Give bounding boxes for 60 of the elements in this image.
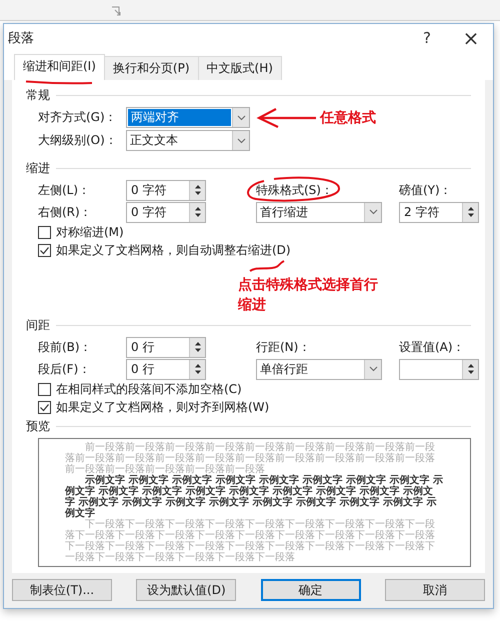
dropdown[interactable]: 单倍行距 <box>256 358 382 380</box>
annotation-text: 点击特殊格式选择首行缩进 <box>238 276 379 315</box>
dialog-launcher-icon[interactable] <box>111 6 121 16</box>
field-label: 行距(N)： <box>256 338 312 356</box>
spinner-field[interactable]: 0 字符 <box>126 202 206 222</box>
checkbox[interactable] <box>38 226 51 238</box>
spinner-field[interactable]: 2 字符 <box>399 202 479 222</box>
spinner-field[interactable] <box>399 358 479 380</box>
spinner-field[interactable]: 0 行 <box>126 358 206 380</box>
section-heading: 缩进 <box>26 160 50 177</box>
section-heading: 常规 <box>26 87 50 104</box>
spin-arrows-icon <box>194 205 202 219</box>
preview-text: 示例文字 示例文字 示例文字 示例文字 示例文字 示例文字 示例文字 示例文字 示例文字 示例文字 示例文字 示例文字 示例文字 示例文字 示例文字 示例文字 示例文字 示例文字 示例文字 示例文字 示例文字 示例文字 示例文字 示例文字 示例文字 示例文字 <box>65 475 444 519</box>
field-label: 段前(B)： <box>38 338 93 356</box>
dialog-button[interactable]: 确定 <box>260 579 361 601</box>
field-label: 设置值(A)： <box>399 338 466 356</box>
checkbox[interactable] <box>38 382 51 396</box>
chevron-down-icon <box>368 209 378 215</box>
dropdown[interactable]: 首行缩进 <box>256 202 382 222</box>
checkbox[interactable] <box>38 244 51 256</box>
dropdown[interactable]: 两端对齐 <box>126 107 250 128</box>
field-label: 左侧(L)： <box>38 182 92 198</box>
preview-text: 下一段落下一段落下一段落下一段落下一段落下一段落下一段落下一段落下一段落下一段落下一段落下一段落下一段落下一段落下一段落下一段落下一段落下一段落下一段落下一段落下一段落下一段落下一段落下一段落下一段落下一段落下一段落下一段落下一段落下一段落下一段落下一段落下一段落 <box>65 519 436 563</box>
spin-arrows-icon <box>194 340 202 354</box>
field-label: 对齐方式(G)： <box>38 109 118 126</box>
checkbox-label: 对称缩进(M) <box>56 224 124 240</box>
spinner-field[interactable]: 0 字符 <box>126 180 206 200</box>
checkbox-label: 如果定义了文档网格，则对齐到网格(W) <box>56 398 270 416</box>
chevron-down-icon <box>236 138 246 144</box>
checkbox-label: 如果定义了文档网格，则自动调整右缩进(D) <box>56 242 291 258</box>
dialog-button[interactable]: 设为默认值(D) <box>136 579 236 601</box>
field-label: 大纲级别(O)： <box>38 132 118 149</box>
spin-arrows-icon <box>466 362 474 376</box>
spinner-field[interactable]: 0 行 <box>126 336 206 358</box>
field-label: 磅值(Y)： <box>399 182 453 198</box>
tab[interactable]: 缩进和间距(I) <box>14 54 105 80</box>
section-heading: 间距 <box>26 317 50 334</box>
dialog-button[interactable]: 取消 <box>384 579 485 601</box>
tab[interactable]: 中文版式(H) <box>198 56 282 80</box>
field-label: 特殊格式(S)： <box>256 182 333 196</box>
annotation-arrow <box>256 106 318 128</box>
field-label: 右侧(R)： <box>38 204 93 220</box>
help-button[interactable]: ? <box>405 29 449 47</box>
checkbox-label: 在相同样式的段落间不添加空格(C) <box>56 380 242 398</box>
spin-arrows-icon <box>194 362 202 376</box>
annotation-underline <box>24 80 94 85</box>
section-heading: 预览 <box>26 418 50 435</box>
dropdown[interactable]: 正文文本 <box>126 130 250 151</box>
spin-arrows-icon <box>466 205 474 219</box>
preview-text: 前一段落前一段落前一段落前一段落前一段落前一段落前一段落前一段落前一段落前一段落前一段落前一段落前一段落前一段落前一段落前一段落前一段落前一段落前一段落前一段落前一段落前一段落前一段落 <box>65 442 436 475</box>
dialog-button[interactable]: 制表位(T)... <box>12 579 112 601</box>
field-label: 段后(F)： <box>38 360 92 378</box>
chevron-down-icon <box>368 366 378 372</box>
spin-arrows-icon <box>194 183 202 197</box>
close-button[interactable]: × <box>449 26 493 50</box>
tab[interactable]: 换行和分页(P) <box>104 56 199 80</box>
chevron-down-icon <box>236 114 246 120</box>
checkbox[interactable] <box>38 400 51 414</box>
annotation-text: 任意格式 <box>320 108 376 126</box>
dialog-title: 段落 <box>8 30 35 47</box>
